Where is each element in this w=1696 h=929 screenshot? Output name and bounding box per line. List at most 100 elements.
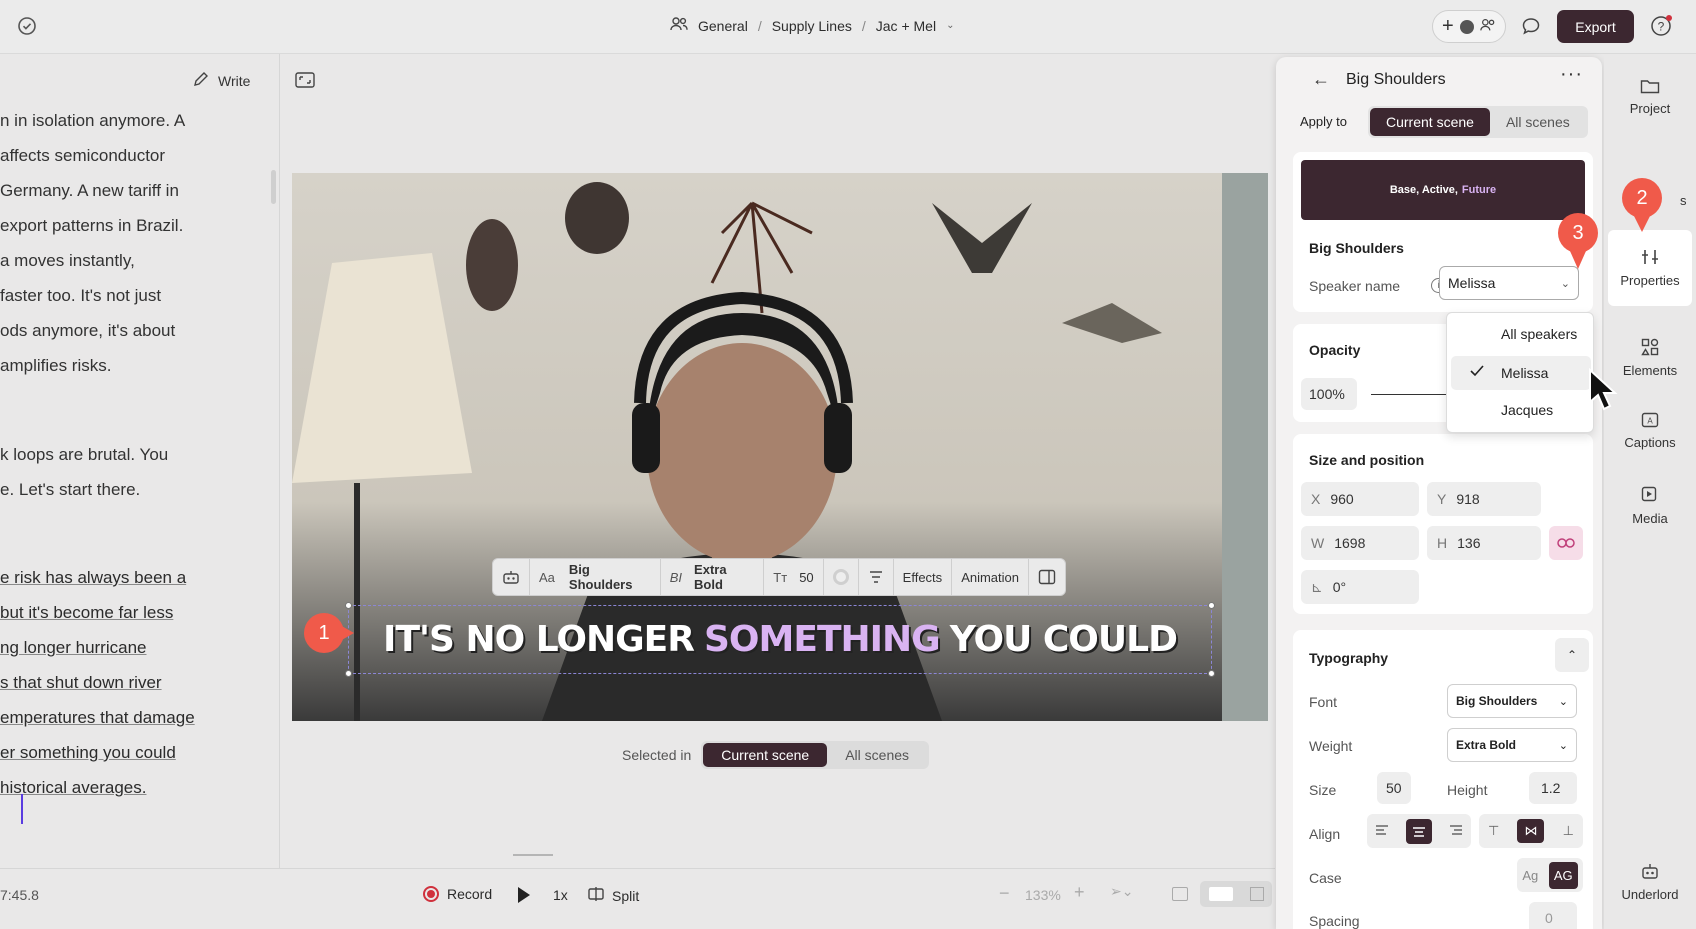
effects-button[interactable]: Effects [894,559,953,595]
timecode: 7:45.8 [0,887,39,903]
more-options-icon[interactable]: ··· [1560,63,1583,86]
h-input[interactable]: H 136 [1427,526,1541,560]
status-check-icon[interactable] [16,15,38,37]
opacity-input[interactable]: 100% [1301,378,1357,410]
w-key: W [1311,535,1325,551]
y-input[interactable]: Y 918 [1427,482,1541,516]
speaker-option-melissa[interactable]: Melissa [1451,356,1591,390]
layout-toggle [1200,881,1272,907]
toolbar-weight[interactable]: BI Extra Bold [661,559,765,595]
record-label: Record [447,886,493,902]
resize-handle[interactable] [1208,602,1215,609]
breadcrumb-project[interactable]: Jac + Mel [876,18,936,34]
timeline-scrubber[interactable] [513,854,553,856]
w-value: 1698 [1334,535,1366,551]
size-input[interactable]: 50 [1377,772,1411,804]
playback-speed[interactable]: 1x [553,887,568,903]
split-button[interactable]: Split [588,886,639,905]
script-scrollbar[interactable] [271,170,276,204]
play-icon[interactable] [518,887,530,903]
breadcrumb-supply-lines[interactable]: Supply Lines [772,18,852,34]
weight-select[interactable]: Extra Bold ⌄ [1447,728,1577,762]
spacing-input[interactable]: 0 [1529,902,1577,929]
opacity-slider[interactable] [1371,394,1451,395]
case-upper[interactable]: AG [1548,861,1578,889]
script-line[interactable]: ods anymore, it's about [0,321,175,341]
font-select[interactable]: Big Shoulders ⌄ [1447,684,1577,718]
w-input[interactable]: W 1698 [1301,526,1419,560]
chevron-down-icon[interactable]: ⌄ [946,20,954,31]
toolbar-font[interactable]: Aa Big Shoulders [530,559,661,595]
rail-captions[interactable]: A Captions [1604,412,1696,450]
link-aspect-icon[interactable] [1549,526,1583,560]
collapse-icon[interactable]: ⌃ [1555,638,1589,672]
script-line[interactable]: affects semiconductor [0,146,165,166]
speaker-select[interactable]: Melissa ⌄ [1439,266,1579,300]
script-line[interactable]: e. Let's start there. [0,480,140,500]
mouse-cursor-icon [1588,367,1618,415]
ai-robot-icon[interactable] [493,559,530,595]
rail-properties[interactable]: Properties [1608,230,1692,306]
comment-icon[interactable] [1520,15,1542,37]
scope-current-scene[interactable]: Current scene [703,743,828,767]
rotation-input[interactable]: ⊾ 0° [1301,570,1419,604]
animation-button[interactable]: Animation [952,559,1029,595]
script-line-selected[interactable]: s that shut down river [0,673,162,693]
align-center-icon[interactable] [1405,818,1432,844]
align-middle-icon[interactable]: ⋈ [1517,819,1545,843]
step-marker-number: 3 [1572,221,1584,244]
script-line[interactable]: a moves instantly, [0,251,135,271]
speaker-option-jacques[interactable]: Jacques [1451,393,1591,427]
record-button[interactable]: Record [423,886,492,902]
script-line[interactable]: k loops are brutal. You [0,445,168,465]
line-height-input[interactable]: 1.2 [1529,772,1577,804]
expand-icon[interactable] [294,70,316,90]
resize-handle[interactable] [345,602,352,609]
step-marker-number: 1 [318,621,330,644]
export-button[interactable]: Export [1557,10,1634,43]
script-line-selected[interactable]: er something you could [0,743,176,763]
layout-single-icon[interactable] [1172,887,1188,901]
apply-current-scene[interactable]: Current scene [1370,108,1490,136]
align-right-icon[interactable] [1449,823,1463,839]
script-line[interactable]: export patterns in Brazil. [0,216,183,236]
script-line-selected[interactable]: ng longer hurricane [0,638,146,658]
color-swatch-icon[interactable] [824,559,859,595]
apply-all-scenes[interactable]: All scenes [1490,108,1586,136]
script-line[interactable]: faster too. It's not just [0,286,161,306]
pointer-tool-icon[interactable]: ➢⌄ [1110,883,1133,900]
rail-project[interactable]: Project [1604,78,1696,116]
help-icon[interactable]: ? [1650,15,1672,37]
script-line-selected[interactable]: but it's become far less [0,603,173,623]
rail-media[interactable]: Media [1604,486,1696,526]
panel-toggle-icon[interactable] [1029,559,1065,595]
zoom-in-icon[interactable]: + [1074,882,1085,903]
script-line[interactable]: n in isolation anymore. A [0,111,185,131]
toolbar-size[interactable]: Tт 50 [764,559,824,595]
resize-handle[interactable] [345,670,352,677]
script-line-selected[interactable]: e risk has always been a [0,568,186,588]
align-top-icon[interactable]: ⊤ [1488,823,1499,839]
script-line-selected[interactable]: emperatures that damage [0,708,195,728]
speaker-option-all[interactable]: All speakers [1451,317,1591,351]
script-line[interactable]: Germany. A new tariff in [0,181,179,201]
style-preview[interactable]: Base, Active, Future [1301,160,1585,220]
back-arrow-icon[interactable]: ← [1312,69,1330,90]
collaborators-pill[interactable]: + [1432,10,1506,43]
properties-panel: ← Big Shoulders ··· Apply to Current sce… [1276,57,1602,929]
zoom-out-icon[interactable]: − [999,883,1010,904]
align-bottom-icon[interactable]: ⊥ [1563,823,1574,839]
resize-handle[interactable] [1208,670,1215,677]
scope-all-scenes[interactable]: All scenes [827,743,927,767]
case-mixed[interactable]: Ag [1522,868,1538,883]
caption-text[interactable]: IT'S NO LONGER SOMETHING YOU COULD [348,612,1212,667]
layout-grid-icon[interactable] [1249,887,1264,901]
script-line[interactable]: amplifies risks. [0,356,111,376]
x-input[interactable]: X 960 [1301,482,1419,516]
breadcrumb-general[interactable]: General [698,18,748,34]
layout-caption-icon[interactable] [1208,887,1233,901]
align-icon[interactable] [859,559,894,595]
rail-underlord[interactable]: Underlord [1604,862,1696,902]
write-button[interactable]: Write [192,70,250,91]
align-left-icon[interactable] [1375,823,1389,839]
